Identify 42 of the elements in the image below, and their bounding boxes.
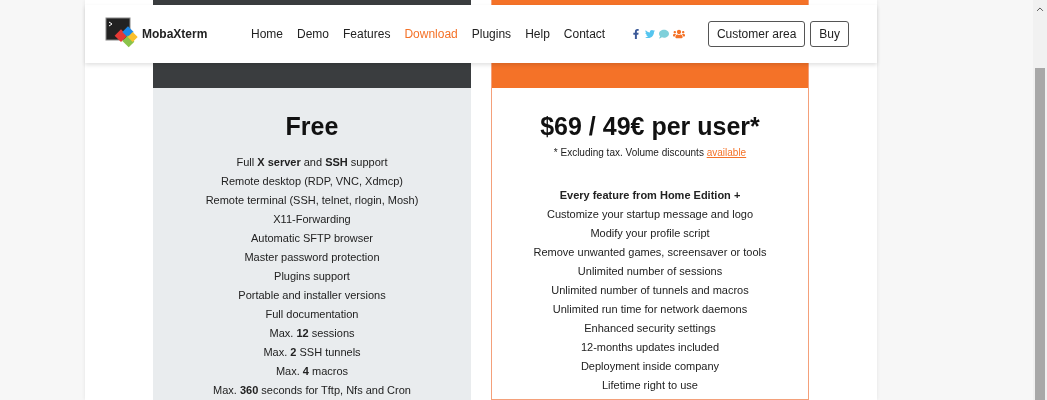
brand-name[interactable]: MobaXterm [142, 27, 208, 41]
nav-link[interactable]: Plugins [471, 27, 512, 41]
nav-link[interactable]: Help [525, 27, 550, 41]
feature-item: Remote terminal (SSH, telnet, rlogin, Mosh) [205, 193, 419, 208]
feature-item: Max. 360 seconds for Tftp, Nfs and Cron [213, 383, 411, 398]
feature-item: 12-months updates included [580, 340, 720, 355]
feature-item: Max. 12 sessions [269, 326, 355, 341]
feature-item: Max. 2 SSH tunnels [263, 345, 361, 360]
feature-item: Remote desktop (RDP, VNC, Xdmcp) [221, 174, 403, 189]
feature-item: Unlimited run time for network daemons [552, 302, 748, 317]
feature-item: Master password protection [244, 250, 380, 265]
feature-item: Plugins support [274, 269, 350, 284]
feature-item: Modify your profile script [590, 226, 710, 241]
feature-item: Unlimited number of tunnels and macros [551, 283, 749, 298]
feature-item: Full documentation [265, 307, 359, 322]
feature-item: Automatic SFTP browser [250, 231, 374, 246]
scrollbar-thumb[interactable] [1035, 67, 1045, 400]
buy-button[interactable]: Buy [810, 21, 849, 47]
feature-item: Portable and installer versions [238, 288, 386, 303]
feature-item: X11-Forwarding [273, 212, 351, 227]
feature-heading: Every feature from Home Edition + [559, 188, 741, 203]
feature-item: Full X server and SSH support [236, 155, 388, 170]
feature-item: Deployment inside company [580, 359, 720, 374]
feature-item: Enhanced security settings [584, 321, 716, 336]
group-icon[interactable] [673, 28, 686, 40]
scrollbar[interactable] [1033, 0, 1047, 400]
nav-link[interactable]: Home [251, 27, 283, 41]
feature-item: Remove unwanted games, screensaver or tools [533, 245, 767, 260]
nav-link[interactable]: Demo [297, 27, 330, 41]
facebook-icon[interactable] [631, 29, 642, 39]
chat-icon[interactable] [659, 29, 670, 39]
feature-item: Unlimited number of sessions [577, 264, 723, 279]
feature-item: Lifetime right to use [602, 378, 698, 393]
plan-price: $69 / 49€ per user* [539, 112, 761, 141]
price-note: * Excluding tax. Volume discounts available [552, 147, 748, 158]
customer-area-button[interactable]: Customer area [707, 21, 806, 47]
feature-item: Max. 4 macros [275, 364, 349, 379]
plan-price: Free [284, 112, 340, 141]
nav-link[interactable]: Contact [563, 27, 606, 41]
scroll-up-icon[interactable] [1036, 6, 1044, 12]
nav-link[interactable]: Features [343, 27, 391, 41]
feature-item: Customize your startup message and logo [546, 207, 754, 222]
